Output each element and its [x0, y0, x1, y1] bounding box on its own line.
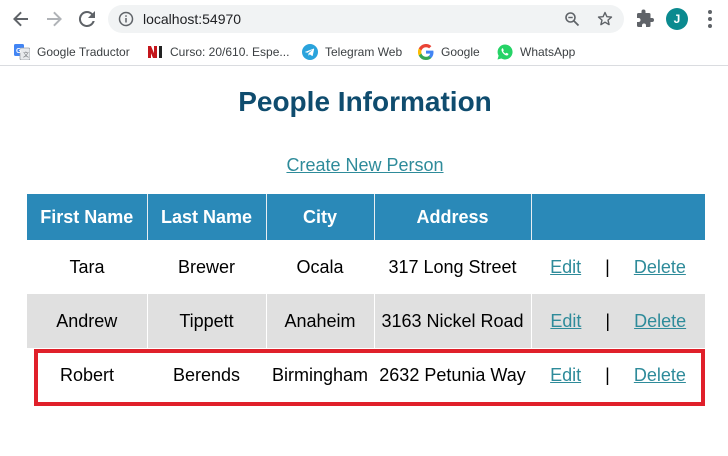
url-text: localhost:54970 [143, 11, 242, 27]
profile-avatar[interactable]: J [666, 8, 688, 30]
browser-toolbar: localhost:54970 J [0, 0, 728, 38]
delete-link[interactable]: Delete [634, 257, 686, 278]
telegram-icon [302, 44, 318, 60]
cell-city: Ocala [296, 256, 344, 277]
svg-text:G: G [16, 48, 22, 55]
header-city: City [266, 194, 375, 240]
header-address: Address [374, 194, 532, 240]
forward-arrow-icon[interactable] [42, 7, 66, 31]
bookmark-label: WhatsApp [520, 45, 576, 59]
google-translate-icon: G文 [14, 44, 30, 60]
svg-text:文: 文 [23, 51, 29, 59]
google-icon [418, 44, 434, 60]
extensions-puzzle-icon[interactable] [636, 9, 656, 29]
cell-address: 2632 Petunia Way [379, 364, 526, 385]
browser-menu-icon[interactable] [703, 8, 717, 30]
whatsapp-icon [497, 44, 513, 60]
create-link-container: Create New Person [0, 155, 728, 176]
back-arrow-icon[interactable] [9, 7, 33, 31]
cell-last-name: Tippett [147, 294, 267, 348]
cell-city: Birmingham [271, 364, 369, 385]
table-row: Robert Berends Birmingham 2632 Petunia W… [27, 348, 705, 402]
bookmark-label: Telegram Web [325, 45, 403, 59]
cell-first-name: Robert [59, 364, 115, 385]
table-row: Andrew Tippett Anaheim 3163 Nickel Road … [27, 294, 705, 348]
action-separator: | [605, 310, 611, 331]
address-bar[interactable]: localhost:54970 [108, 5, 624, 33]
bookmark-label: Curso: 20/610. Espe... [170, 45, 290, 59]
bookmark-star-icon[interactable] [597, 11, 613, 27]
cell-last-name: Brewer [177, 256, 235, 277]
cell-actions: Edit | Delete [531, 240, 705, 294]
bookmark-telegram-web[interactable]: Telegram Web [302, 42, 402, 62]
create-new-person-link[interactable]: Create New Person [286, 155, 443, 175]
table-row: Tara Brewer Ocala 317 Long Street Edit |… [27, 240, 705, 294]
page-title: People Information [238, 86, 492, 117]
bookmarks-bar: G文 Google Traductor Curso: 20/610. Espe.… [0, 38, 728, 66]
bookmark-whatsapp[interactable]: WhatsApp [497, 42, 575, 62]
reload-icon[interactable] [75, 7, 99, 31]
cell-actions: Edit | Delete [531, 348, 705, 402]
edit-link[interactable]: Edit [550, 365, 581, 386]
ni-icon [147, 44, 163, 60]
people-table: First Name Last Name City Address Tara B… [27, 194, 705, 402]
header-first-name: First Name [27, 194, 148, 240]
cell-city: Anaheim [266, 294, 375, 348]
action-separator: | [605, 256, 610, 277]
action-separator: | [605, 364, 610, 385]
delete-link[interactable]: Delete [634, 365, 686, 386]
cell-first-name: Andrew [27, 294, 148, 348]
cell-address: 317 Long Street [388, 256, 517, 277]
table-header-row: First Name Last Name City Address [27, 194, 705, 240]
bookmark-google-traductor[interactable]: G文 Google Traductor [14, 42, 130, 62]
zoom-icon[interactable] [564, 11, 580, 27]
header-last-name: Last Name [147, 194, 267, 240]
cell-first-name: Tara [69, 256, 105, 277]
bookmark-label: Google [441, 45, 480, 59]
bookmark-label: Google Traductor [37, 45, 130, 59]
header-actions [531, 194, 705, 240]
cell-last-name: Berends [172, 364, 241, 385]
delete-link[interactable]: Delete [634, 311, 686, 332]
bookmark-google[interactable]: Google [418, 42, 480, 62]
cell-address: 3163 Nickel Road [374, 294, 532, 348]
edit-link[interactable]: Edit [550, 311, 581, 332]
cell-actions: Edit | Delete [531, 294, 705, 348]
site-info-icon[interactable] [118, 11, 134, 27]
bookmark-curso[interactable]: Curso: 20/610. Espe... [147, 42, 289, 62]
edit-link[interactable]: Edit [550, 257, 581, 278]
